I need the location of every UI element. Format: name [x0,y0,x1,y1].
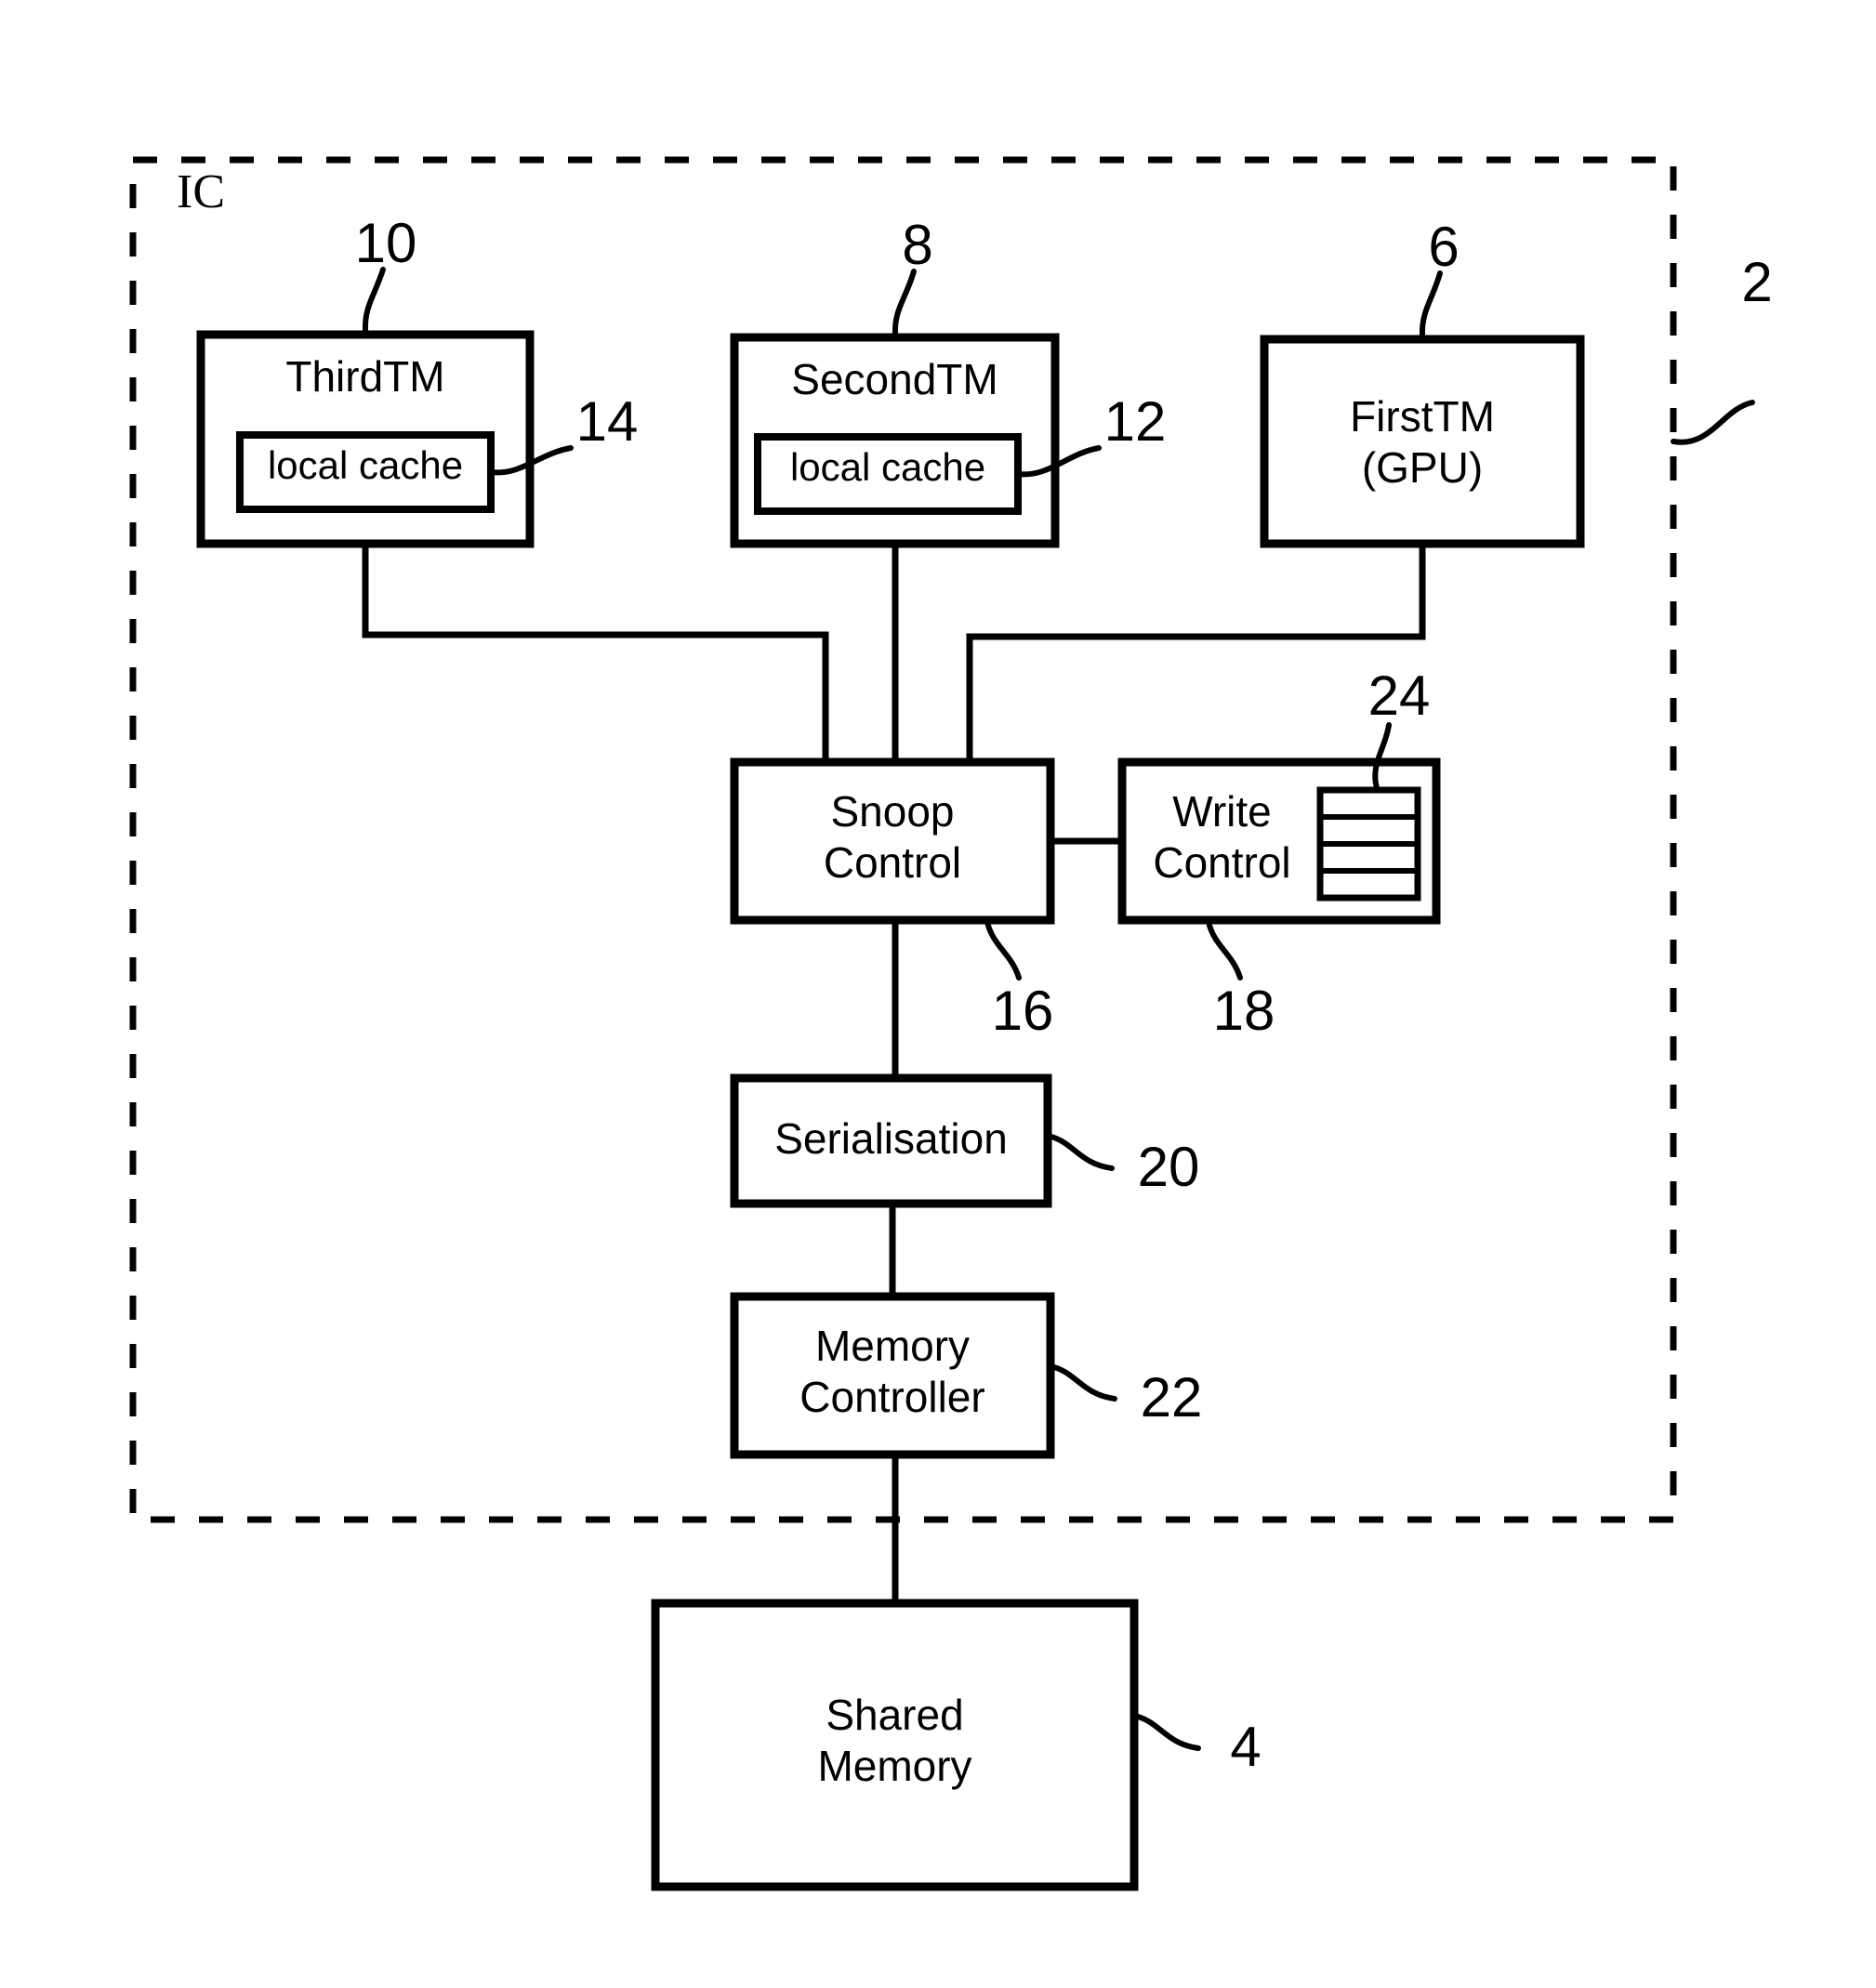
ref-label-16: 16 [991,980,1054,1042]
leader-ref-10 [362,267,386,333]
first-tm-label-line1: FirstTM [1350,392,1495,441]
second-tm-local-cache-label: local cache [789,445,986,489]
leader-ref-18 [1206,919,1243,981]
figure-canvas: IC 2 ThirdTM local cache 10 14 SecondTM … [0,0,1876,1988]
leader-ref-6 [1419,270,1443,337]
write-control-label-line1: Write [1172,787,1272,836]
snoop-control-label-line1: Snoop [830,787,955,836]
snoop-control-label-line2: Control [823,838,962,887]
write-control-label-line2: Control [1153,838,1291,887]
ref-label-14: 14 [575,390,639,453]
second-tm-label: SecondTM [791,355,998,403]
ref-label-20: 20 [1137,1136,1200,1198]
memory-controller-label-line1: Memory [814,1322,971,1370]
third-tm-local-cache-label: local cache [267,443,464,487]
leader-ref-2 [1671,400,1755,445]
memory-controller-label-line2: Controller [799,1373,985,1421]
third-tm-label: ThirdTM [285,352,445,401]
wire-thirdtm-to-snoop [362,544,829,762]
shared-memory-label-line2: Memory [817,1742,972,1790]
ref-label-8: 8 [902,214,933,276]
ref-label-4: 4 [1230,1716,1262,1778]
first-tm-gpu-block[interactable] [1260,335,1585,548]
leader-ref-22 [1048,1363,1117,1402]
leader-ref-4 [1131,1713,1201,1751]
write-buffer-table[interactable] [1316,786,1421,902]
leader-ref-20 [1045,1133,1115,1171]
first-tm-label-line2: (GPU) [1361,443,1484,492]
wire-firsttm-to-snoop [966,544,1426,762]
ref-label-22: 22 [1140,1366,1203,1428]
ref-label-12: 12 [1103,390,1167,453]
shared-memory-label-line1: Shared [826,1691,964,1739]
serialisation-label: Serialisation [774,1114,1008,1163]
ref-label-24: 24 [1367,665,1431,727]
leader-ref-16 [984,919,1022,981]
ref-label-18: 18 [1212,980,1275,1042]
ref-label-6: 6 [1428,216,1460,278]
ref-label-2: 2 [1741,251,1773,313]
ic-label: IC [177,165,225,218]
leader-ref-8 [892,269,917,336]
ref-label-10: 10 [354,212,417,274]
